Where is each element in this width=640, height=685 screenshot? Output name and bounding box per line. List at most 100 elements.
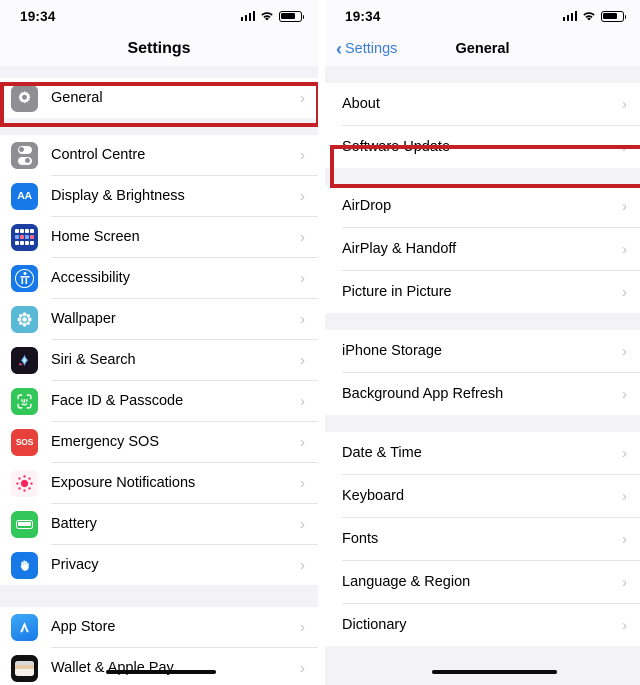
status-time: 19:34	[20, 8, 56, 24]
sidebar-item-privacy[interactable]: Privacy ›	[0, 545, 318, 585]
chevron-right-icon: ›	[300, 228, 305, 246]
list-item-software-update[interactable]: Software Update ›	[325, 126, 640, 168]
cellular-signal-icon	[240, 11, 255, 21]
accessibility-icon	[11, 264, 38, 292]
sidebar-item-wallet-apple-pay[interactable]: Wallet & Apple Pay ›	[0, 648, 318, 685]
list-item-label: Date & Time	[342, 445, 422, 461]
siri-icon	[11, 346, 38, 374]
emergency-sos-icon: SOS	[11, 428, 38, 456]
list-item-airdrop[interactable]: AirDrop ›	[325, 185, 640, 227]
screen-gutter	[318, 0, 325, 685]
gear-icon	[11, 84, 38, 112]
list-item-dictionary[interactable]: Dictionary ›	[325, 604, 640, 646]
wallpaper-icon	[11, 305, 38, 333]
general-list[interactable]: About › Software Update › AirDrop › AirP…	[325, 66, 640, 685]
sidebar-item-general[interactable]: General ›	[0, 78, 318, 118]
sidebar-item-label: Home Screen	[51, 229, 140, 245]
settings-group-2: Control Centre › AA Display & Brightness…	[0, 135, 318, 585]
sidebar-item-control-centre[interactable]: Control Centre ›	[0, 135, 318, 175]
back-button-label: Settings	[345, 41, 398, 57]
chevron-right-icon: ›	[622, 487, 627, 505]
exposure-notifications-icon	[11, 469, 38, 497]
chevron-left-icon: ‹	[336, 38, 342, 59]
list-item-label: Picture in Picture	[342, 284, 452, 300]
chevron-right-icon: ›	[622, 197, 627, 215]
sidebar-item-battery[interactable]: Battery ›	[0, 504, 318, 544]
list-item-language-region[interactable]: Language & Region ›	[325, 561, 640, 603]
list-item-label: AirPlay & Handoff	[342, 241, 457, 257]
sidebar-item-label: Wallpaper	[51, 311, 116, 327]
chevron-right-icon: ›	[300, 310, 305, 328]
list-item-label: Background App Refresh	[342, 386, 504, 402]
chevron-right-icon: ›	[300, 269, 305, 287]
list-item-label: Keyboard	[342, 488, 405, 504]
status-bar-left: 19:34	[0, 0, 318, 32]
general-group-3: iPhone Storage › Background App Refresh …	[325, 330, 640, 415]
general-group-1: About › Software Update ›	[325, 83, 640, 168]
back-button[interactable]: ‹ Settings	[336, 32, 397, 66]
chevron-right-icon: ›	[300, 351, 305, 369]
chevron-right-icon: ›	[300, 618, 305, 636]
settings-list-left[interactable]: General › Control Centre › AA Display & …	[0, 66, 318, 685]
sidebar-item-emergency-sos[interactable]: SOS Emergency SOS ›	[0, 422, 318, 462]
sidebar-item-display-brightness[interactable]: AA Display & Brightness ›	[0, 176, 318, 216]
list-item-label: Software Update	[342, 139, 451, 155]
chevron-right-icon: ›	[622, 444, 627, 462]
sidebar-item-label: Display & Brightness	[51, 188, 185, 204]
list-item-label: Dictionary	[342, 617, 407, 633]
sidebar-item-home-screen[interactable]: Home Screen ›	[0, 217, 318, 257]
list-item-label: iPhone Storage	[342, 343, 442, 359]
left-phone-screen: 19:34 Settings General › Control Centre …	[0, 0, 318, 685]
home-indicator	[432, 670, 557, 674]
sidebar-item-label: Battery	[51, 516, 97, 532]
home-screen-icon	[11, 223, 38, 251]
sidebar-item-label: General	[51, 90, 103, 106]
list-item-background-app-refresh[interactable]: Background App Refresh ›	[325, 373, 640, 415]
chevron-right-icon: ›	[300, 433, 305, 451]
battery-settings-icon	[11, 510, 38, 538]
sidebar-item-label: App Store	[51, 619, 116, 635]
group-gap	[0, 66, 318, 78]
group-gap	[0, 118, 318, 135]
wifi-icon	[582, 11, 596, 22]
sidebar-item-label: Exposure Notifications	[51, 475, 196, 491]
sidebar-item-exposure-notifications[interactable]: Exposure Notifications ›	[0, 463, 318, 503]
sidebar-item-label: Accessibility	[51, 270, 130, 286]
chevron-right-icon: ›	[300, 659, 305, 677]
chevron-right-icon: ›	[622, 573, 627, 591]
chevron-right-icon: ›	[300, 146, 305, 164]
chevron-right-icon: ›	[300, 187, 305, 205]
group-gap	[0, 585, 318, 607]
wallet-icon	[11, 654, 38, 682]
right-phone-screen: 19:34 ‹ Settings General About › Softwar…	[325, 0, 640, 685]
nav-bar-left: Settings	[0, 32, 318, 66]
dual-screenshot-container: 19:34 Settings General › Control Centre …	[0, 0, 640, 685]
list-item-picture-in-picture[interactable]: Picture in Picture ›	[325, 271, 640, 313]
chevron-right-icon: ›	[622, 240, 627, 258]
chevron-right-icon: ›	[300, 474, 305, 492]
group-gap	[325, 415, 640, 432]
chevron-right-icon: ›	[300, 89, 305, 107]
chevron-right-icon: ›	[300, 515, 305, 533]
settings-group-1: General ›	[0, 78, 318, 118]
sidebar-item-label: Emergency SOS	[51, 434, 159, 450]
sidebar-item-siri-search[interactable]: Siri & Search ›	[0, 340, 318, 380]
list-item-keyboard[interactable]: Keyboard ›	[325, 475, 640, 517]
sidebar-item-face-id-passcode[interactable]: Face ID & Passcode ›	[0, 381, 318, 421]
sidebar-item-app-store[interactable]: App Store ›	[0, 607, 318, 647]
list-item-date-time[interactable]: Date & Time ›	[325, 432, 640, 474]
sidebar-item-wallpaper[interactable]: Wallpaper ›	[0, 299, 318, 339]
list-item-fonts[interactable]: Fonts ›	[325, 518, 640, 560]
list-item-iphone-storage[interactable]: iPhone Storage ›	[325, 330, 640, 372]
list-item-airplay-handoff[interactable]: AirPlay & Handoff ›	[325, 228, 640, 270]
list-item-label: AirDrop	[342, 198, 392, 214]
general-group-4: Date & Time › Keyboard › Fonts › Languag…	[325, 432, 640, 646]
sidebar-item-label: Face ID & Passcode	[51, 393, 184, 409]
list-item-about[interactable]: About ›	[325, 83, 640, 125]
chevron-right-icon: ›	[622, 530, 627, 548]
chevron-right-icon: ›	[622, 385, 627, 403]
status-icon-group	[240, 10, 305, 22]
battery-icon	[279, 10, 305, 22]
chevron-right-icon: ›	[622, 616, 627, 634]
sidebar-item-accessibility[interactable]: Accessibility ›	[0, 258, 318, 298]
